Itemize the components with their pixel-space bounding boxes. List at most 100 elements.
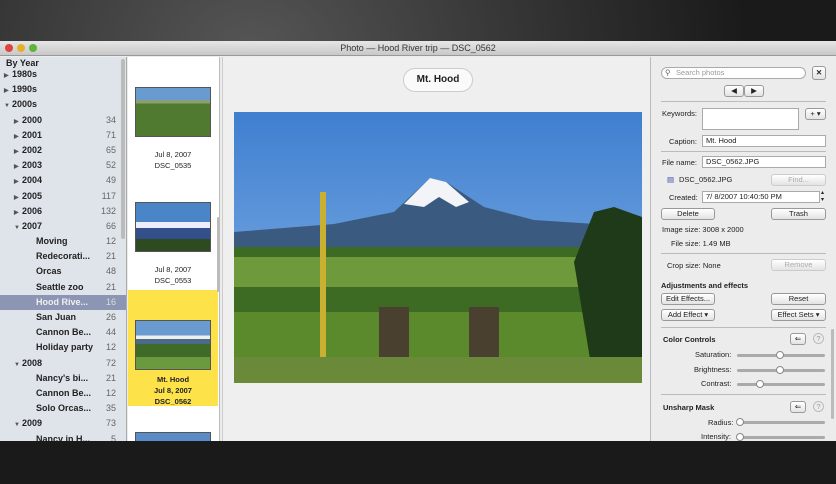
color-controls-heading: Color Controls [663, 335, 716, 344]
sidebar-item-label: Redecorati... [36, 251, 91, 262]
search-icon: ⚲ [665, 68, 671, 77]
sidebar-item-label: Orcas [36, 266, 62, 277]
thumbnail-name: DSC_0553 [154, 276, 192, 285]
sidebar-item[interactable]: Holiday party 12 [0, 340, 126, 355]
thumbnail-name: DSC_0562 [154, 397, 192, 406]
sidebar-item[interactable]: ▼ 2007 66 [0, 219, 126, 234]
unsharp-mask-heading: Unsharp Mask [663, 403, 715, 412]
add-effect-dropdown[interactable]: Add Effect ▾ [661, 309, 715, 321]
thumbnail-image [135, 432, 211, 441]
sidebar-item-count: 34 [105, 114, 116, 125]
slider-knob[interactable] [736, 433, 744, 441]
sidebar-item[interactable]: ▶ 2003 52 [0, 158, 126, 173]
sidebar-item[interactable]: ▶ 2002 65 [0, 143, 126, 158]
slider-knob[interactable] [756, 380, 764, 388]
thumbnail-item-selected[interactable]: Mt. Hood Jul 8, 2007 DSC_0562 [128, 290, 218, 406]
sidebar-item[interactable]: Redecorati... 21 [0, 249, 126, 264]
delete-button[interactable]: Delete [661, 208, 715, 220]
keywords-label: Keywords: [662, 109, 698, 118]
crop-size: Crop size: None [667, 261, 721, 270]
sidebar-item[interactable]: San Juan 26 [0, 310, 126, 325]
date-stepper-icon[interactable]: ▴ ▾ [821, 190, 824, 204]
search-input[interactable]: Search photos [661, 67, 806, 79]
sidebar-item[interactable]: ▶ 2000 34 [0, 113, 126, 128]
thumbnail-item[interactable] [128, 432, 218, 441]
intensity-slider[interactable] [736, 433, 825, 441]
zoom-button[interactable] [29, 44, 37, 52]
color-controls-reset-button[interactable]: ⇐ [790, 333, 806, 345]
effect-sets-dropdown[interactable]: Effect Sets ▾ [771, 309, 826, 321]
reset-button[interactable]: Reset [771, 293, 826, 305]
slider-knob[interactable] [776, 351, 784, 359]
sidebar-item-label: Solo Orcas... [36, 403, 92, 414]
thumbnail-date: Jul 8, 2007 [154, 386, 192, 395]
sidebar-scrollbar[interactable] [121, 59, 125, 239]
contrast-slider[interactable] [737, 380, 825, 388]
sidebar-item[interactable]: ▼ 2008 72 [0, 356, 126, 371]
sidebar-item-count: 73 [105, 418, 116, 429]
brightness-slider[interactable] [737, 366, 825, 374]
sidebar-header: By Year [6, 58, 39, 68]
sidebar-item[interactable]: ▶ 2006 132 [0, 204, 126, 219]
main-photo[interactable] [234, 112, 642, 383]
caption-field[interactable]: Mt. Hood [702, 135, 826, 147]
sidebar-item[interactable]: Seattle zoo 21 [0, 280, 126, 295]
slider-knob[interactable] [736, 418, 744, 426]
sidebar-item[interactable]: ▶ 2004 49 [0, 173, 126, 188]
sidebar-item[interactable]: ▶ 1980s [0, 67, 126, 82]
sidebar-item-label: Holiday party [36, 342, 94, 353]
adjustments-heading: Adjustments and effects [661, 281, 749, 290]
saturation-slider[interactable] [737, 351, 825, 359]
previous-photo-button[interactable]: ◀ [724, 85, 744, 97]
clear-search-button[interactable]: ✕ [812, 66, 826, 80]
sidebar-item-label: 2007 [22, 220, 43, 231]
help-icon[interactable]: ? [813, 333, 824, 344]
trash-button[interactable]: Trash [771, 208, 826, 220]
sidebar-item[interactable]: Cannon Be... 44 [0, 325, 126, 340]
sidebar-item[interactable]: Solo Orcas... 35 [0, 401, 126, 416]
sidebar-item-count: 26 [105, 312, 116, 322]
sidebar-item[interactable]: ▶ 2005 117 [0, 189, 126, 204]
sidebar-item[interactable]: Orcas 48 [0, 264, 126, 279]
inspector-panel: Search photos ⚲ ✕ ◀ ▶ Keywords: + ▾ Capt… [650, 57, 836, 441]
sidebar-item-count: 66 [105, 220, 116, 231]
keywords-field[interactable] [702, 108, 799, 130]
sidebar-item[interactable]: ▶ 1990s [0, 82, 126, 97]
sidebar-item[interactable]: Moving 12 [0, 234, 126, 249]
created-label: Created: [669, 193, 698, 202]
sidebar-item[interactable]: Cannon Be... 12 [0, 386, 126, 401]
image-size: Image size: 3008 x 2000 [662, 225, 744, 234]
minimize-button[interactable] [17, 44, 25, 52]
slider-knob[interactable] [776, 366, 784, 374]
thumbnail-item[interactable]: Jul 8, 2007 DSC_0553 [128, 202, 218, 286]
add-keyword-button[interactable]: + ▾ [805, 108, 826, 120]
sidebar-item[interactable]: Nancy in H... 5 [0, 432, 126, 442]
sidebar-item[interactable]: Nancy's bi... 21 [0, 371, 126, 386]
sidebar-item[interactable]: ▼ 2000s [0, 97, 126, 112]
sidebar-item-label: 2009 [22, 418, 43, 429]
sidebar-item[interactable]: ▼ 2009 73 [0, 416, 126, 431]
find-button[interactable]: Find... [771, 174, 826, 186]
file-reference: DSC_0562.JPG [679, 175, 733, 184]
radius-slider[interactable] [736, 418, 825, 426]
created-field[interactable]: 7/ 8/2007 10:40:50 PM [702, 191, 820, 203]
thumbnail-item[interactable]: Jul 8, 2007 DSC_0535 [128, 87, 218, 171]
sidebar-item[interactable]: ▶ 2001 71 [0, 128, 126, 143]
sidebar-item-count: 132 [100, 205, 116, 216]
thumbnail-image [135, 202, 211, 252]
filename-field[interactable]: DSC_0562.JPG [702, 156, 826, 168]
sidebar-item[interactable]: Hood Rive... 16 [0, 294, 126, 310]
sidebar-item-label: 1980s [12, 69, 38, 79]
inspector-scrollbar[interactable] [831, 329, 834, 419]
sidebar-item-count: 12 [105, 342, 116, 353]
close-button[interactable] [5, 44, 13, 52]
file-icon: ▤ [667, 175, 675, 184]
caption-label: Caption: [669, 137, 697, 146]
edit-effects-button[interactable]: Edit Effects... [661, 293, 715, 305]
thumbnail-scrollbar[interactable] [217, 217, 220, 292]
thumbnail-date: Jul 8, 2007 [154, 150, 192, 159]
next-photo-button[interactable]: ▶ [744, 85, 764, 97]
unsharp-reset-button[interactable]: ⇐ [790, 401, 806, 413]
remove-crop-button[interactable]: Remove [771, 259, 826, 271]
help-icon[interactable]: ? [813, 401, 824, 412]
